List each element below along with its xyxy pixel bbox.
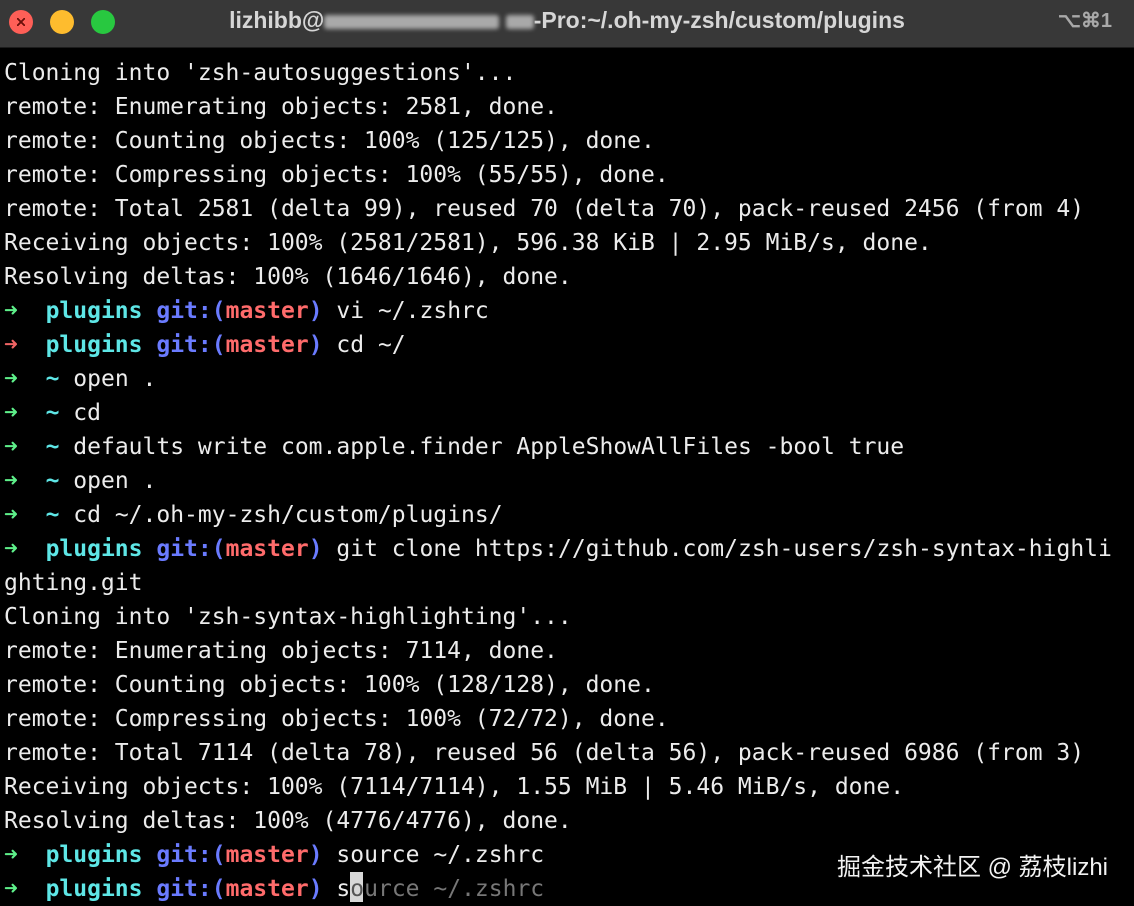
- git-label-close: ): [308, 536, 323, 562]
- output-line: Receiving objects: 100% (7114/7114), 1.5…: [0, 770, 1134, 804]
- prompt-arrow-icon: ➜: [4, 876, 18, 902]
- prompt-line: ➜ ~ defaults write com.apple.finder Appl…: [0, 430, 1134, 464]
- prompt-arrow-icon: ➜: [4, 502, 18, 528]
- git-label-close: ): [308, 332, 323, 358]
- output-line: remote: Enumerating objects: 7114, done.: [0, 634, 1134, 668]
- git-branch: master: [225, 298, 309, 324]
- output-line: remote: Compressing objects: 100% (72/72…: [0, 702, 1134, 736]
- output-text: Cloning into 'zsh-syntax-highlighting'..…: [4, 604, 572, 630]
- prompt-arrow-icon: ➜: [4, 434, 18, 460]
- window-title-user: lizhibb@: [229, 7, 325, 33]
- git-branch: master: [225, 332, 309, 358]
- prompt-arrow-icon: ➜: [4, 366, 18, 392]
- output-line: Resolving deltas: 100% (4776/4776), done…: [0, 804, 1134, 838]
- window-shortcut: ⌥⌘1: [1057, 10, 1112, 32]
- output-line: remote: Compressing objects: 100% (55/55…: [0, 158, 1134, 192]
- git-label-close: ): [308, 842, 323, 868]
- command-text: defaults write com.apple.finder AppleSho…: [73, 434, 905, 460]
- git-branch: master: [225, 536, 309, 562]
- command-text: open .: [73, 366, 157, 392]
- output-line: Cloning into 'zsh-autosuggestions'...: [0, 56, 1134, 90]
- output-line: remote: Total 7114 (delta 78), reused 56…: [0, 736, 1134, 770]
- redacted-host-1: [324, 14, 500, 29]
- output-text: remote: Counting objects: 100% (128/128)…: [4, 672, 655, 698]
- prompt-directory: plugins: [45, 536, 143, 562]
- command-text: source ~/.zshrc: [336, 842, 545, 868]
- output-line: remote: Enumerating objects: 2581, done.: [0, 90, 1134, 124]
- prompt-directory: ~: [45, 502, 60, 528]
- output-text: Resolving deltas: 100% (4776/4776), done…: [4, 808, 572, 834]
- typed-text: s: [336, 876, 351, 902]
- prompt-arrow-icon: ➜: [4, 298, 18, 324]
- prompt-directory: ~: [45, 434, 60, 460]
- git-label-close: ): [308, 298, 323, 324]
- output-line: remote: Total 2581 (delta 99), reused 70…: [0, 192, 1134, 226]
- output-text: remote: Enumerating objects: 2581, done.: [4, 94, 558, 120]
- output-line: Resolving deltas: 100% (1646/1646), done…: [0, 260, 1134, 294]
- command-text: cd ~/: [336, 332, 406, 358]
- git-branch: master: [225, 842, 309, 868]
- git-label: git:(: [156, 842, 226, 868]
- prompt-line: ➜ plugins git:(master) cd ~/: [0, 328, 1134, 362]
- output-text: remote: Total 2581 (delta 99), reused 70…: [4, 196, 1085, 222]
- prompt-arrow-icon: ➜: [4, 842, 18, 868]
- command-text: cd ~/.oh-my-zsh/custom/plugins/: [73, 502, 503, 528]
- prompt-directory: ~: [45, 366, 60, 392]
- output-text: remote: Compressing objects: 100% (72/72…: [4, 706, 669, 732]
- wrapped-command-text: ghting.git: [4, 570, 143, 596]
- output-line: Cloning into 'zsh-syntax-highlighting'..…: [0, 600, 1134, 634]
- output-line: remote: Counting objects: 100% (128/128)…: [0, 668, 1134, 702]
- prompt-line: ➜ ~ open .: [0, 362, 1134, 396]
- prompt-arrow-icon: ➜: [4, 400, 18, 426]
- prompt-line: ➜ ~ open .: [0, 464, 1134, 498]
- watermark: 掘金技术社区 @ 荔枝lizhi: [836, 854, 1108, 881]
- output-line: Receiving objects: 100% (2581/2581), 596…: [0, 226, 1134, 260]
- prompt-directory: plugins: [45, 298, 143, 324]
- prompt-directory: plugins: [45, 842, 143, 868]
- prompt-directory: ~: [45, 400, 60, 426]
- cursor-char: o: [350, 876, 365, 902]
- git-label: git:(: [156, 876, 226, 902]
- prompt-arrow-icon: ➜: [4, 536, 18, 562]
- git-label: git:(: [156, 332, 226, 358]
- prompt-line: ➜ ~ cd: [0, 396, 1134, 430]
- redacted-host-2: [505, 14, 534, 29]
- output-text: remote: Compressing objects: 100% (55/55…: [4, 162, 669, 188]
- prompt-arrow-icon: ➜: [4, 468, 18, 494]
- output-text: Resolving deltas: 100% (1646/1646), done…: [4, 264, 572, 290]
- prompt-line: ➜ plugins git:(master) git clone https:/…: [0, 532, 1134, 566]
- prompt-directory: plugins: [45, 332, 143, 358]
- prompt-directory: plugins: [45, 876, 143, 902]
- terminal-output[interactable]: Cloning into 'zsh-autosuggestions'... rem…: [0, 56, 1134, 906]
- terminal-window: lizhibb@ -Pro:~/.oh-my-zsh/custom/plugin…: [0, 0, 1134, 906]
- autosuggestion-text: urce ~/.zshrc: [364, 876, 545, 902]
- git-label-close: ): [308, 876, 323, 902]
- output-text: remote: Enumerating objects: 7114, done.: [4, 638, 558, 664]
- command-text: vi ~/.zshrc: [336, 298, 489, 324]
- output-text: Receiving objects: 100% (7114/7114), 1.5…: [4, 774, 905, 800]
- git-branch: master: [225, 876, 309, 902]
- window-title-path: -Pro:~/.oh-my-zsh/custom/plugins: [533, 7, 905, 33]
- git-label: git:(: [156, 536, 226, 562]
- title-bar: lizhibb@ -Pro:~/.oh-my-zsh/custom/plugin…: [0, 0, 1134, 48]
- prompt-line: ➜ plugins git:(master) vi ~/.zshrc: [0, 294, 1134, 328]
- output-text: Cloning into 'zsh-autosuggestions'...: [4, 60, 517, 86]
- output-text: remote: Counting objects: 100% (125/125)…: [4, 128, 655, 154]
- command-text: cd: [73, 400, 101, 426]
- prompt-arrow-icon: ➜: [4, 332, 18, 358]
- window-title: lizhibb@ -Pro:~/.oh-my-zsh/custom/plugin…: [0, 7, 1134, 34]
- command-text: open .: [73, 468, 157, 494]
- output-text: Receiving objects: 100% (2581/2581), 596…: [4, 230, 932, 256]
- output-line: remote: Counting objects: 100% (125/125)…: [0, 124, 1134, 158]
- prompt-directory: ~: [45, 468, 60, 494]
- output-text: remote: Total 7114 (delta 78), reused 56…: [4, 740, 1085, 766]
- command-text: git clone https://github.com/zsh-users/z…: [336, 536, 1112, 562]
- prompt-line: ➜ ~ cd ~/.oh-my-zsh/custom/plugins/: [0, 498, 1134, 532]
- output-line: ghting.git: [0, 566, 1134, 600]
- git-label: git:(: [156, 298, 226, 324]
